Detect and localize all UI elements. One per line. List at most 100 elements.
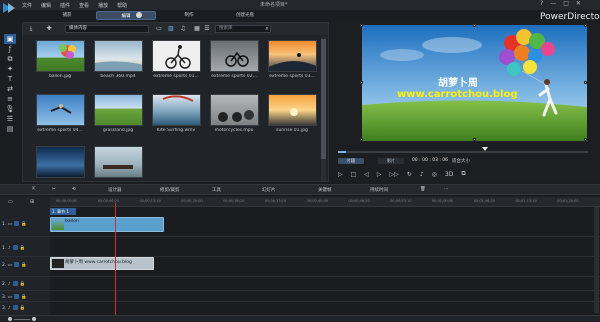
chapter-marker[interactable]: 1. 章节 1 [50,208,76,215]
thumb-balloon[interactable] [36,40,85,72]
three-d-button[interactable]: 3D [445,171,453,178]
fast-forward-icon[interactable]: ▷▷ [390,171,399,178]
lock-icon[interactable]: 🔒 [21,222,27,227]
slideshow-button[interactable]: 幻灯片 [262,187,276,193]
volume-icon[interactable]: ♪ [420,171,424,178]
tools-menu[interactable]: 工具 [212,187,221,193]
lock-icon[interactable]: 🔒 [20,282,26,287]
thumb-kite[interactable] [152,94,201,126]
thumb-sports03[interactable] [268,40,317,72]
resize-handle[interactable] [584,81,587,84]
notification-icon[interactable] [136,12,142,18]
resize-handle[interactable] [473,138,476,141]
designer-menu[interactable]: 设计器 [108,187,122,193]
seekbar-handle[interactable] [482,147,488,151]
menu-play[interactable]: 播放 [98,2,108,9]
thumb-sports01[interactable] [152,40,201,72]
lock-icon[interactable]: 🔒 [21,295,27,300]
particle-room-icon[interactable]: ✦ [4,64,16,74]
list-view-icon[interactable]: ☰ [203,25,211,33]
track-enable-checkbox[interactable] [13,221,19,226]
clip-mode-button[interactable]: 片段 [338,158,364,164]
thumb-sports04[interactable] [36,94,85,126]
thumb-grassland[interactable] [94,94,143,126]
timeline-scrollbar[interactable] [594,207,599,313]
thumb-horses[interactable] [94,146,143,178]
delete-icon[interactable]: 🗑 [420,187,426,192]
zoom-select[interactable]: 适合大小 [452,158,470,164]
audio-filter-icon[interactable]: ♫ [179,25,187,33]
zoom-in-icon[interactable] [32,317,36,321]
tab-create-disc[interactable]: 创建光盘 [220,11,270,20]
resize-handle[interactable] [360,138,363,141]
maximize-button[interactable]: □ [563,0,569,7]
close-button[interactable]: ✕ [576,0,581,7]
preview-video[interactable]: 胡萝卜周 www.carrotchou.blog [362,25,587,141]
title-room-icon[interactable]: T [4,74,16,84]
preview-seekbar[interactable] [338,151,588,153]
transition-room-icon[interactable]: ⇄ [4,84,16,94]
stop-icon[interactable]: □ [351,171,357,178]
thumb-beach[interactable] [94,40,143,72]
resize-handle[interactable] [360,24,363,27]
video-filter-icon[interactable]: ▭ [155,25,163,33]
media-room-icon[interactable]: ▣ [4,34,16,44]
minimize-button[interactable]: — [550,0,556,7]
import-icon[interactable]: ⤓ [27,25,35,33]
track-enable-checkbox[interactable] [12,305,18,310]
lock-icon[interactable]: 🔒 [20,306,26,311]
track-enable-checkbox[interactable] [13,294,19,299]
voice-over-icon[interactable]: 🎙 [4,104,16,114]
resize-handle[interactable] [360,81,363,84]
play-icon[interactable]: ▷ [338,171,343,178]
fx-room-icon[interactable]: ƒ [4,44,16,54]
tab-produce[interactable]: 制作 [164,11,214,20]
track-enable-checkbox[interactable] [13,262,19,267]
track-enable-checkbox[interactable] [12,245,18,250]
thumb-sunrise[interactable] [268,94,317,126]
keyframe-button[interactable]: 关键帧 [318,187,332,193]
image-filter-icon[interactable]: ▨ [167,25,175,33]
undock-icon[interactable]: ⧉ [461,170,465,178]
subtitle-room-icon[interactable]: ▤ [4,124,16,134]
lock-icon[interactable]: 🔒 [20,246,26,251]
chapter-room-icon[interactable]: ☰ [4,114,16,124]
thumb-moto[interactable] [210,94,259,126]
thumb-sky[interactable] [36,146,85,178]
menu-help[interactable]: 帮助 [117,2,127,9]
resize-handle[interactable] [584,138,587,141]
tab-capture[interactable]: 捕获 [42,11,92,20]
menu-file[interactable]: 文件 [22,2,32,9]
timeline-view-toggle[interactable]: ▭ [8,199,13,205]
library-filter-select[interactable]: 媒体内容 [65,25,149,33]
track-enable-checkbox[interactable] [12,281,18,286]
help-button[interactable]: ? [540,0,543,7]
duration-button[interactable]: 持续时间 [370,187,388,193]
magic-icon[interactable]: ⟲ [72,187,76,192]
timeline-playhead[interactable] [115,203,116,316]
menu-edit[interactable]: 编辑 [41,2,51,9]
menu-view[interactable]: 查看 [79,2,89,9]
next-frame-icon[interactable]: ▷ [377,171,382,178]
split-icon[interactable]: ✂ [52,187,56,192]
storyboard-toggle[interactable]: ⊞ [30,199,34,205]
zoom-slider[interactable] [14,319,30,320]
audio-mixing-icon[interactable]: ≡ [4,94,16,104]
trim-crop-button[interactable]: 修剪/裁剪 [160,187,180,193]
library-scrollbar-thumb[interactable] [321,39,326,159]
search-icon[interactable]: ⌕ [263,25,271,33]
thumb-sports02[interactable] [210,40,259,72]
timeline-clip-title[interactable]: 胡萝卜周 www.carrotchou.blog [50,257,154,270]
plugin-icon[interactable]: ✚ [45,25,53,33]
prev-frame-icon[interactable]: ◁ [364,171,369,178]
grid-view-icon[interactable]: ▦ [193,25,201,33]
snapshot-icon[interactable]: ◎ [432,171,437,178]
tracks-manager-icon[interactable]: ⇱ [32,187,36,192]
timeline-ruler[interactable]: 00;00;00;00 00;00;06;20 00;00;13;10 00;00;2… [50,197,600,207]
resize-handle[interactable] [473,24,476,27]
lock-icon[interactable]: 🔒 [21,263,27,268]
movie-mode-button[interactable]: 影片 [378,158,404,164]
pip-room-icon[interactable]: ⧉ [4,54,16,64]
resize-handle[interactable] [584,24,587,27]
zoom-out-icon[interactable] [8,317,12,321]
